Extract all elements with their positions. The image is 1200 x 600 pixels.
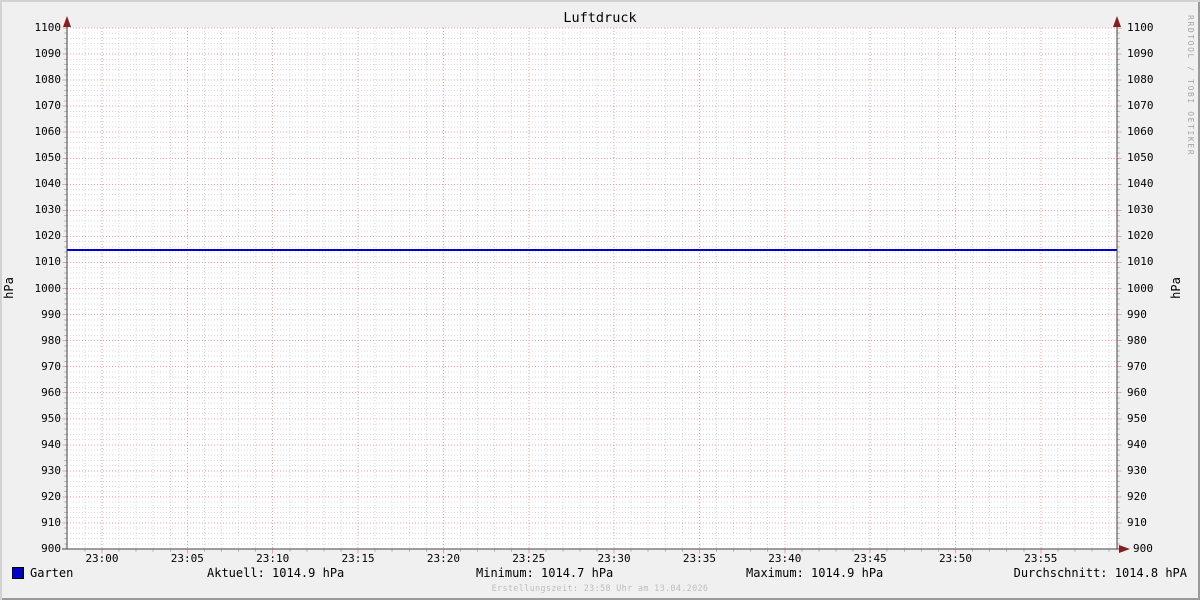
- y-axis-tick-label-right: 1020: [1127, 229, 1154, 243]
- x-axis-tick-label: 23:10: [256, 552, 290, 565]
- y-axis-tick-label-right: 930: [1127, 463, 1147, 477]
- x-axis-tick-label: 23:35: [682, 552, 716, 565]
- y-axis-tick-label-left: 1020: [34, 229, 62, 243]
- y-axis-tick-label-right: 1090: [1127, 47, 1154, 61]
- series-label: Garten: [30, 566, 74, 580]
- y-axis-tick-label-left: 1040: [34, 177, 62, 191]
- y-axis-tick-label-left: 910: [41, 515, 61, 529]
- y-axis-tick-label-left: 990: [41, 307, 61, 321]
- x-axis-tick-label: 23:55: [1024, 552, 1058, 565]
- y-axis-tick-label-right: 950: [1127, 411, 1147, 425]
- y-axis-tick-label-left: 930: [41, 463, 61, 477]
- y-axis-tick-label-left: 950: [41, 411, 61, 425]
- x-axis-tick-label: 23:15: [341, 552, 375, 565]
- y-axis-tick-label-left: 920: [41, 489, 61, 503]
- series-color-swatch: [12, 567, 24, 579]
- stat-average: Durchschnitt: 1014.8 hPA: [1013, 566, 1187, 580]
- y-axis-tick-label-left: 970: [41, 359, 61, 373]
- y-axis-tick-label-right: 1070: [1127, 99, 1154, 113]
- rrdtool-pressure-graph: Luftdruck hPa hPa RRDTOOL / TOBI OETIKER…: [0, 0, 1200, 600]
- y-axis-tick-label-right: 1010: [1127, 255, 1154, 269]
- y-axis-tick-label-left: 1100: [34, 21, 62, 34]
- y-axis-tick-label-right: 980: [1127, 333, 1147, 347]
- stat-maximum: Maximum: 1014.9 hPa: [746, 566, 884, 580]
- y-axis-tick-label-right: 940: [1127, 437, 1147, 451]
- y-axis-tick-label-right: 1000: [1127, 281, 1154, 295]
- y-axis-unit-right: hPa: [1169, 277, 1183, 299]
- y-axis-tick-label-left: 1010: [34, 255, 62, 269]
- y-axis-tick-label-right: 1050: [1127, 151, 1154, 165]
- stat-minimum: Minimum: 1014.7 hPa: [476, 566, 614, 580]
- y-axis-tick-label-left: 1070: [34, 99, 62, 113]
- y-axis-tick-label-right: 910: [1127, 515, 1147, 529]
- y-axis-tick-label-right: 1030: [1127, 203, 1154, 217]
- y-axis-tick-label-left: 940: [41, 437, 61, 451]
- y-axis-tick-label-left: 900: [41, 542, 61, 555]
- y-axis-tick-label-left: 1060: [34, 125, 62, 139]
- y-axis-tick-label-right: 1060: [1127, 125, 1154, 139]
- y-axis-tick-label-right: 960: [1127, 385, 1147, 399]
- y-axis-tick-label-left: 980: [41, 333, 61, 347]
- x-axis-tick-label: 23:30: [597, 552, 631, 565]
- stat-current: Aktuell: 1014.9 hPa: [207, 566, 345, 580]
- x-axis-tick-label: 23:40: [768, 552, 802, 565]
- x-axis-tick-label: 23:20: [426, 552, 460, 565]
- y-axis-tick-label-right: 900: [1133, 542, 1153, 555]
- plot-canvas: [62, 16, 1130, 554]
- x-axis-tick-label: 23:25: [512, 552, 546, 565]
- rrdtool-watermark: RRDTOOL / TOBI OETIKER: [1186, 15, 1195, 157]
- y-axis-tick-label-right: 1100: [1127, 21, 1154, 34]
- x-axis-tick-label: 23:00: [85, 552, 119, 565]
- y-axis-tick-label-right: 970: [1127, 359, 1147, 373]
- y-axis-tick-label-right: 1080: [1127, 73, 1154, 87]
- x-axis-tick-label: 23:45: [853, 552, 887, 565]
- x-axis-tick-label: 23:50: [938, 552, 973, 565]
- y-axis-tick-label-left: 1050: [34, 151, 62, 165]
- y-axis-tick-label-left: 1030: [34, 203, 62, 217]
- y-axis-tick-label-right: 990: [1127, 307, 1147, 321]
- y-axis-tick-label-right: 1040: [1127, 177, 1154, 191]
- creation-timestamp: Erstellungszeit: 23:58 Uhr am 13.04.2026: [491, 584, 709, 594]
- y-axis-tick-label-left: 960: [41, 385, 61, 399]
- x-axis-tick-label: 23:05: [170, 552, 204, 565]
- y-axis-tick-label-left: 1000: [34, 281, 62, 295]
- y-axis-tick-label-right: 920: [1127, 489, 1147, 503]
- chart-title: Luftdruck: [563, 10, 637, 26]
- legend: Garten Aktuell: 1014.9 hPa Minimum: 1014…: [0, 566, 1200, 581]
- y-axis-tick-label-left: 1090: [34, 47, 62, 61]
- y-axis-tick-label-left: 1080: [34, 73, 62, 87]
